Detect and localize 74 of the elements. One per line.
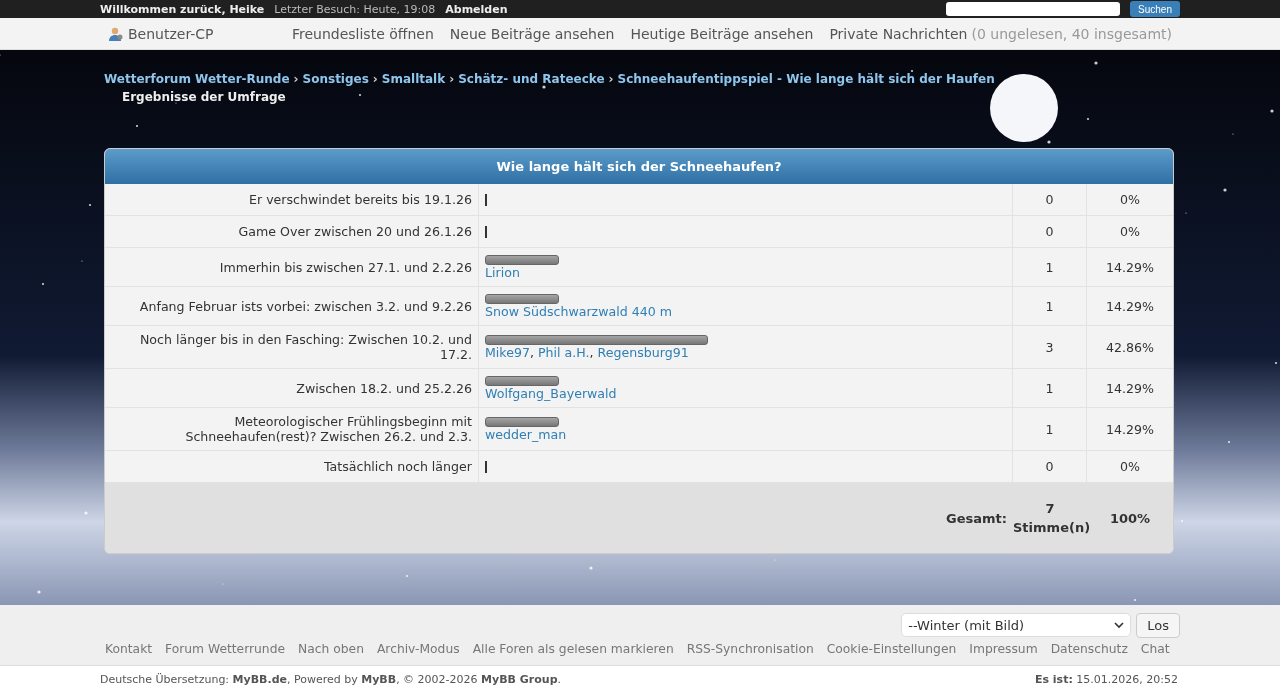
footer-link[interactable]: Kontakt	[105, 642, 153, 656]
total-votes: 7 Stimme(n)	[1013, 500, 1087, 537]
voter-link[interactable]: Phil a.H.	[538, 345, 590, 360]
vote-percent: 0%	[1119, 223, 1141, 241]
breadcrumb-separator: ›	[608, 72, 614, 86]
vote-percent: 0%	[1119, 191, 1141, 209]
breadcrumb-link[interactable]: Wetterforum Wetter-Runde	[104, 72, 290, 86]
nav-link[interactable]: Freundesliste öffnen	[291, 25, 434, 42]
welcome-text: Willkommen zurück, Heike	[100, 2, 265, 16]
search-button[interactable]: Suchen	[1130, 1, 1180, 17]
voter-link[interactable]: Regensburg91	[597, 345, 689, 360]
breadcrumb-link[interactable]: Schneehaufentippspiel - Wie lange hält sich der Haufen	[617, 72, 995, 86]
footer-link[interactable]: Datenschutz	[1050, 642, 1128, 656]
credits-text: Deutsche Übersetzung: MyBB.de, Powered by MyBB, © 2002-2026 MyBB Group.	[100, 673, 561, 686]
breadcrumb-link[interactable]: Schätz- und Rateecke	[458, 72, 605, 86]
last-visit-text: Letzter Besuch: Heute, 19:08	[274, 2, 436, 16]
footer-link[interactable]: Alle Foren als gelesen markieren	[472, 642, 674, 656]
vote-percent: 14.29%	[1105, 297, 1155, 316]
breadcrumb-link[interactable]: Sonstiges	[302, 72, 369, 86]
voter-link[interactable]: Mike97	[485, 345, 530, 360]
total-label: Gesamt:	[945, 510, 1008, 526]
option-label: Game Over zwischen 20 und 26.1.26	[105, 216, 479, 247]
option-label: Immerhin bis zwischen 27.1. und 2.2.26	[105, 248, 479, 286]
breadcrumb-separator: ›	[293, 72, 299, 86]
page-title: Ergebnisse der Umfrage	[122, 90, 287, 104]
breadcrumb-separator: ›	[372, 72, 378, 86]
nav-link[interactable]: Neue Beiträge ansehen	[449, 25, 615, 42]
vote-percent: 14.29%	[1105, 420, 1155, 439]
footer-link[interactable]: Nach oben	[298, 642, 364, 656]
voter-link[interactable]: wedder_man	[485, 427, 567, 442]
option-label: Anfang Februar ists vorbei: zwischen 3.2. und 9.2.26	[105, 287, 479, 325]
total-percent: 100%	[1108, 510, 1152, 526]
footer-link[interactable]: Archiv-Modus	[376, 642, 460, 656]
logout-link[interactable]: Abmelden	[445, 2, 508, 16]
vote-count: 1	[1013, 287, 1087, 325]
option-label: Meteorologischer Frühlingsbeginn mit Schneehaufen(rest)? Zwischen 26.2. und 2.3.	[105, 408, 479, 450]
vote-count: 3	[1013, 326, 1087, 368]
vote-count: 1	[1013, 408, 1087, 450]
message-count: (0 ungelesen, 40 insgesamt)	[971, 25, 1172, 42]
comma: ,	[530, 345, 534, 360]
footer-link[interactable]: Cookie-Einstellungen	[826, 642, 957, 656]
vote-percent: 0%	[1119, 458, 1141, 476]
footer-link[interactable]: RSS-Synchronisation	[686, 642, 814, 656]
voter-link[interactable]: Lirion	[485, 265, 520, 280]
vote-count: 0	[1013, 184, 1087, 215]
comma: ,	[589, 345, 594, 360]
nav-link[interactable]: Heutige Beiträge ansehen	[630, 25, 814, 42]
search-field[interactable]	[946, 2, 1121, 16]
option-label: Zwischen 18.2. und 25.2.26	[105, 369, 479, 407]
voter-link[interactable]: Snow Südschwarzwald 440 m	[485, 304, 673, 319]
go-button[interactable]: Los	[1136, 613, 1180, 638]
breadcrumb-separator: ›	[449, 72, 455, 86]
private-messages-link[interactable]: Private Nachrichten	[829, 25, 968, 42]
breadcrumb-link[interactable]: Smalltalk	[381, 72, 446, 86]
vote-percent: 14.29%	[1105, 379, 1155, 398]
user-cp-link[interactable]: Benutzer-CP	[108, 25, 214, 42]
vote-count: 1	[1013, 248, 1087, 286]
footer-link[interactable]: Chat	[1140, 642, 1170, 656]
vote-count: 1	[1013, 369, 1087, 407]
vote-count: 0	[1013, 216, 1087, 247]
option-label: Tatsächlich noch länger	[105, 451, 479, 482]
vote-percent: 42.86%	[1105, 338, 1155, 357]
option-label: Er verschwindet bereits bis 19.1.26	[105, 184, 479, 215]
theme-select[interactable]: --Winter (mit Bild)	[901, 613, 1132, 637]
footer-link[interactable]: Forum Wetterrunde	[165, 642, 286, 656]
vote-count: 0	[1013, 451, 1087, 482]
user-icon	[108, 25, 124, 42]
voter-link[interactable]: Wolfgang_Bayerwald	[485, 386, 617, 401]
chevron-down-icon	[1114, 621, 1125, 629]
footer-link[interactable]: Impressum	[969, 642, 1038, 656]
current-time: Es ist: 15.01.2026, 20:52	[1034, 673, 1178, 686]
vote-percent: 14.29%	[1105, 258, 1155, 277]
poll-title: Wie lange hält sich der Schneehaufen?	[105, 149, 1173, 184]
option-label: Noch länger bis in den Fasching: Zwischen 10.2. und 17.2.	[105, 326, 479, 368]
